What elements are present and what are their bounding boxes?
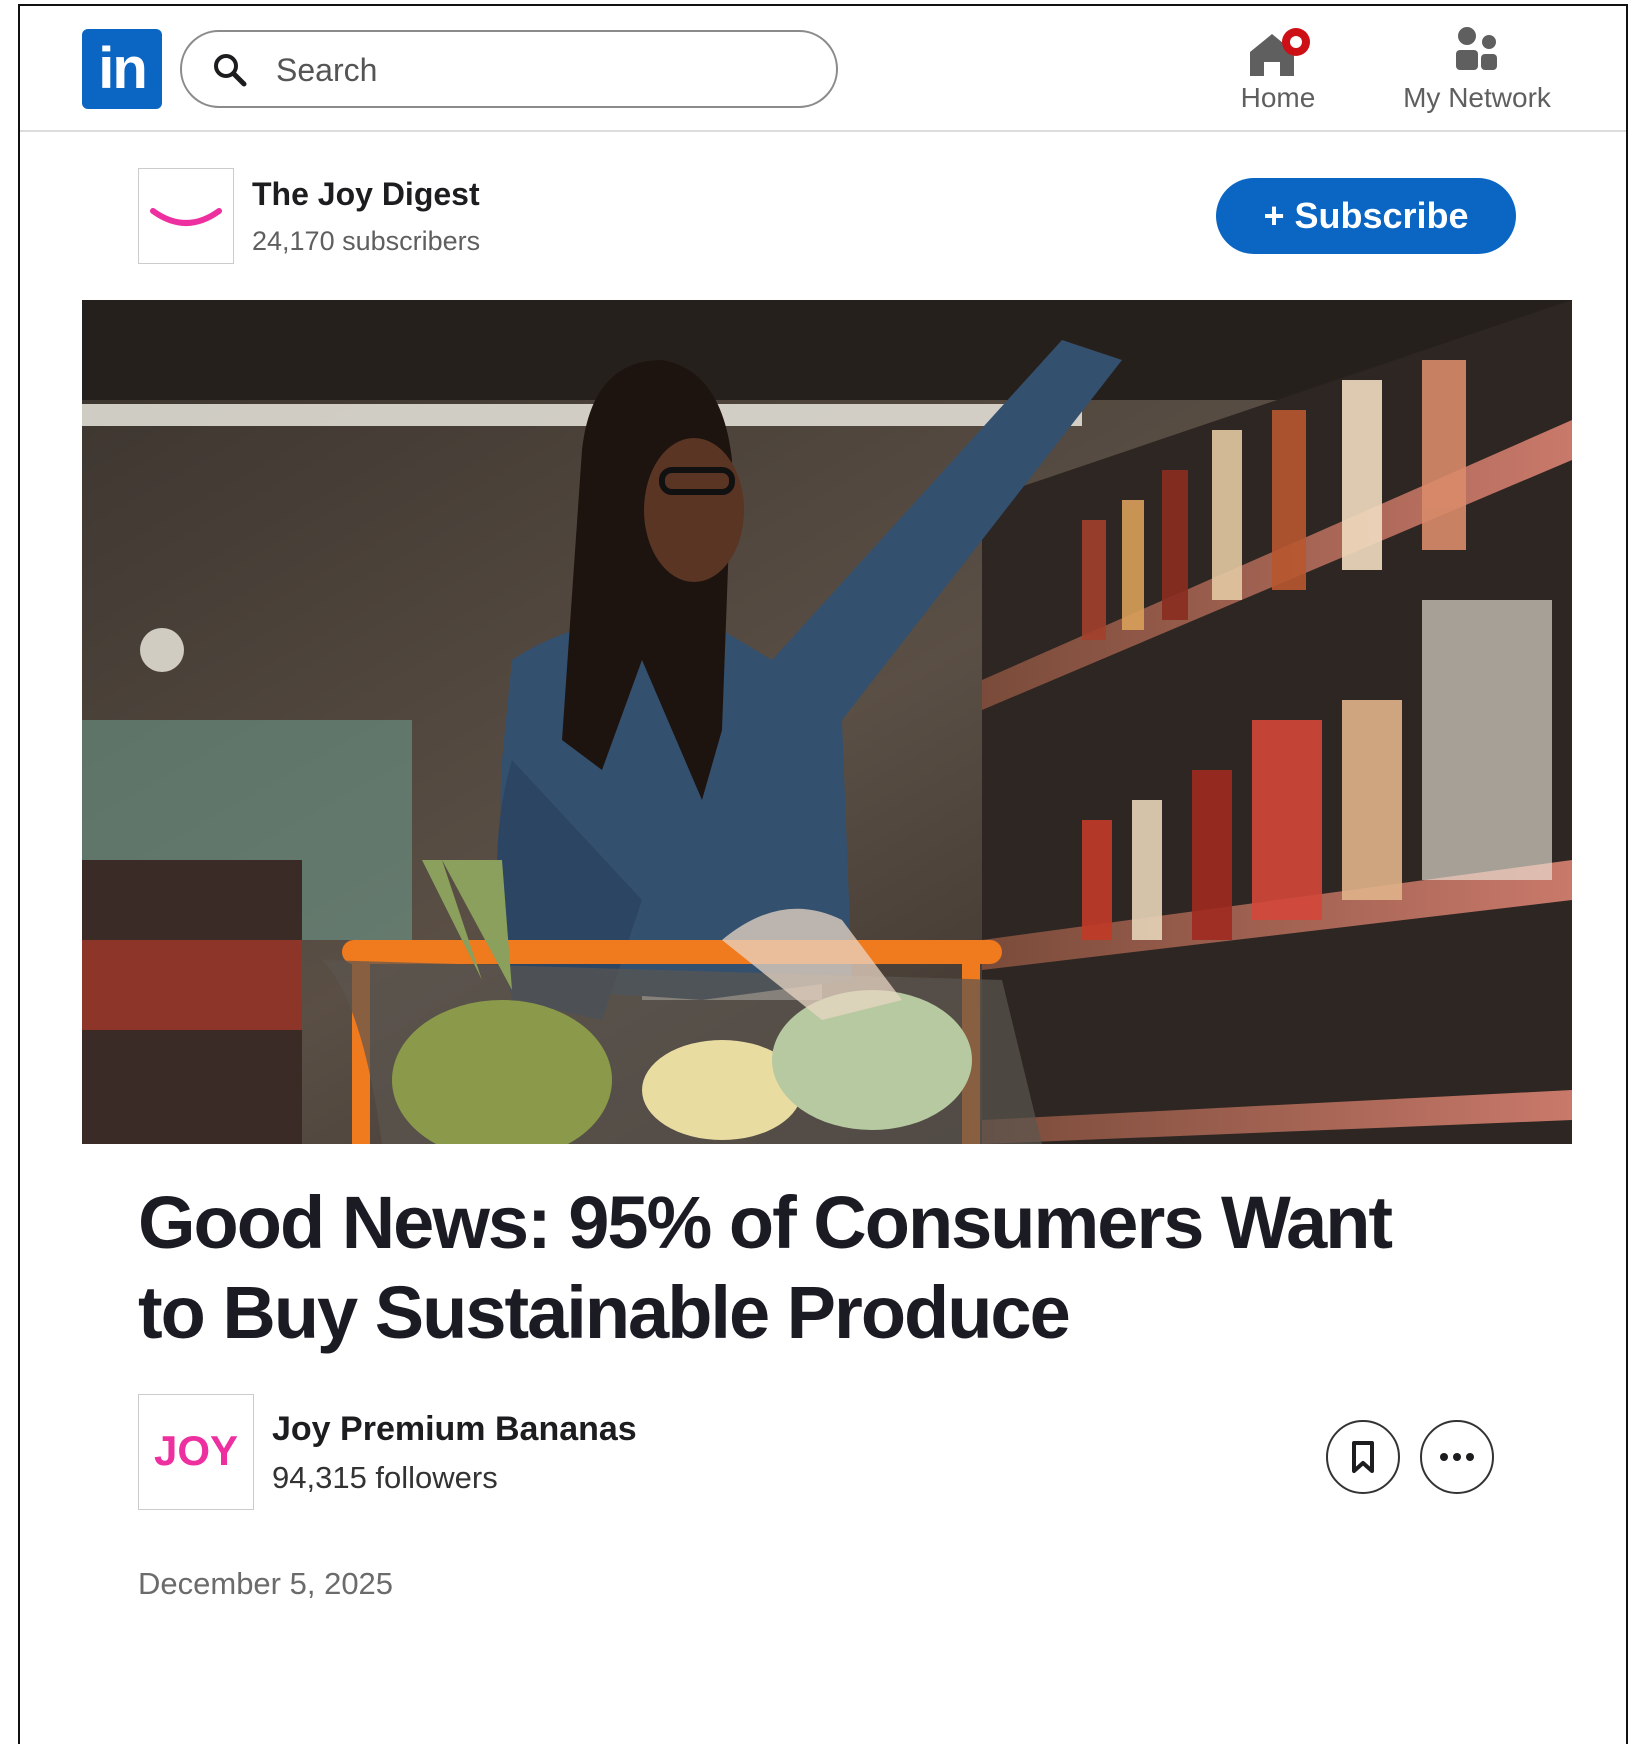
newsletter-title[interactable]: The Joy Digest <box>252 176 480 213</box>
newsletter-logo[interactable] <box>138 168 234 264</box>
author-logo[interactable]: JOY <box>138 1394 254 1510</box>
smile-logo-icon <box>150 208 222 226</box>
nav-home-label: Home <box>1240 82 1316 113</box>
bookmark-icon <box>1352 1441 1374 1473</box>
svg-text:JOY: JOY <box>154 1427 238 1474</box>
more-options-button[interactable] <box>1420 1420 1494 1494</box>
save-button[interactable] <box>1326 1420 1400 1494</box>
author-follower-count: 94,315 followers <box>272 1460 498 1495</box>
top-navigation: in Home My Network <box>20 6 1626 132</box>
ellipsis-icon <box>1440 1453 1474 1461</box>
newsletter-subscriber-count: 24,170 subscribers <box>252 226 481 256</box>
home-icon <box>1250 28 1310 76</box>
nav-my-network-label: My Network <box>1403 82 1551 113</box>
article-date: December 5, 2025 <box>138 1566 394 1601</box>
author-name[interactable]: Joy Premium Bananas <box>272 1410 637 1449</box>
joy-logo-icon: JOY <box>154 1427 238 1474</box>
linkedin-logo[interactable]: in <box>82 29 162 109</box>
nav-my-network[interactable]: My Network <box>1382 20 1572 120</box>
grocery-shopper-illustration <box>82 300 1572 1144</box>
nav-home[interactable]: Home <box>1228 20 1328 120</box>
page-frame: in Home My Network <box>18 4 1628 1744</box>
search-bar[interactable] <box>180 30 838 108</box>
search-icon <box>214 54 247 87</box>
search-input[interactable] <box>274 44 818 96</box>
linkedin-logo-text: in <box>98 36 148 101</box>
article-headline: Good News: 95% of Consumers Want to Buy … <box>138 1181 1393 1354</box>
article-hero-image <box>82 300 1572 1144</box>
people-icon <box>1456 27 1497 70</box>
subscribe-button[interactable]: + Subscribe <box>1216 178 1516 254</box>
